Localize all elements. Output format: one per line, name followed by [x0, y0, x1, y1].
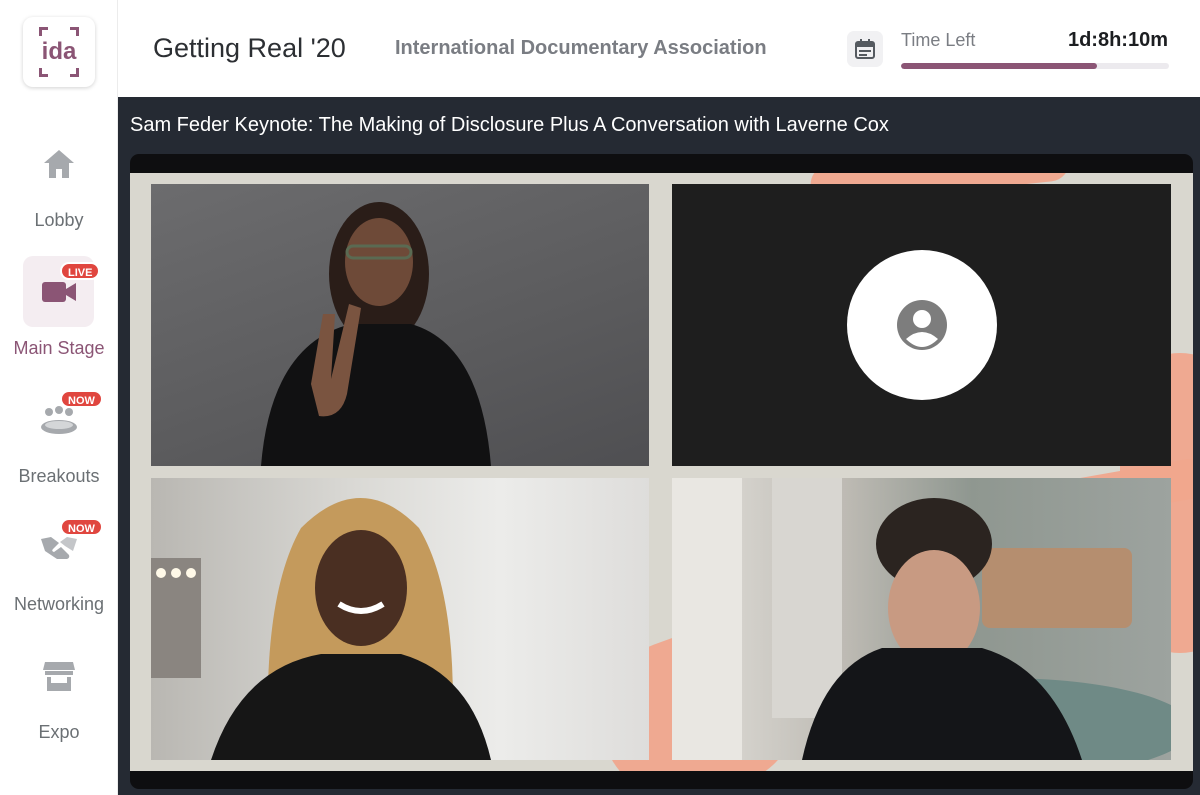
sidebar: ida Lobby LIVE Main Stage NOW Breakouts …	[0, 0, 118, 795]
ida-logo[interactable]: ida	[23, 17, 95, 87]
main-stage: Sam Feder Keynote: The Making of Disclos…	[118, 97, 1200, 795]
sidebar-item-label: Main Stage	[13, 338, 105, 358]
session-title: Sam Feder Keynote: The Making of Disclos…	[130, 114, 889, 136]
sidebar-item-lobby[interactable]: Lobby	[0, 128, 118, 238]
now-badge: NOW	[60, 390, 103, 408]
organization-name: International Documentary Association	[395, 37, 767, 59]
home-icon	[23, 128, 94, 199]
user-avatar-icon	[897, 300, 947, 350]
event-title: Getting Real '20	[153, 33, 346, 63]
sidebar-item-label: Breakouts	[18, 466, 100, 486]
video-player[interactable]	[130, 154, 1193, 789]
logo-text: ida	[41, 38, 77, 65]
participant-avatar-tile[interactable]	[672, 184, 1171, 466]
calendar-icon	[855, 39, 875, 59]
participant-video-1[interactable]	[151, 184, 649, 466]
time-left-progress	[901, 63, 1169, 69]
sidebar-item-label: Networking	[13, 594, 105, 614]
live-badge: LIVE	[60, 262, 101, 280]
top-header: Getting Real '20 International Documenta…	[118, 0, 1200, 97]
calendar-button[interactable]	[847, 31, 883, 67]
participant-video-3[interactable]	[151, 478, 649, 760]
time-left-value: 1d:8h:10m	[1067, 29, 1168, 51]
participant-video-4[interactable]	[672, 478, 1171, 760]
avatar	[847, 250, 997, 400]
time-left-progress-fill	[901, 63, 1097, 69]
booth-icon	[23, 640, 94, 711]
sidebar-item-label: Expo	[38, 722, 80, 742]
sidebar-item-expo[interactable]: Expo	[0, 640, 118, 750]
sidebar-item-label: Lobby	[34, 210, 84, 230]
sidebar-item-breakouts[interactable]: NOW Breakouts	[0, 384, 118, 494]
time-left-label: Time Left	[901, 30, 976, 50]
sidebar-item-networking[interactable]: NOW Networking	[0, 512, 118, 622]
now-badge: NOW	[60, 518, 103, 536]
participant-silhouette	[151, 498, 491, 760]
participant-silhouette	[261, 202, 491, 466]
sidebar-item-main-stage[interactable]: LIVE Main Stage	[0, 256, 118, 366]
participant-silhouette	[672, 478, 1171, 760]
